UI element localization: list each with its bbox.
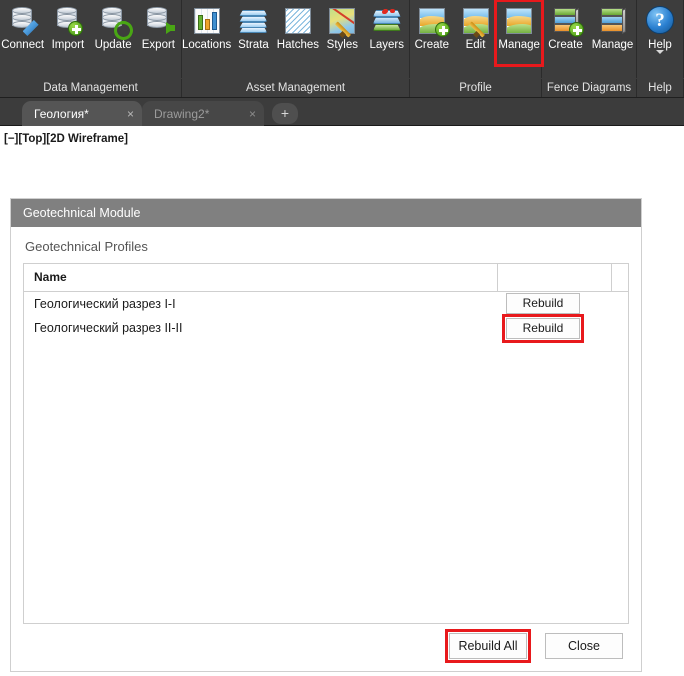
rebuild-all-highlight: Rebuild All — [445, 629, 531, 663]
locations-chart-icon — [191, 5, 223, 37]
ribbon-group-data-management: Connect Import Update Export — [0, 0, 182, 78]
layers-stack-icon — [371, 5, 403, 37]
ribbon-group-asset-management: Locations Strata Hatches Styles Layers — [182, 0, 410, 78]
profiles-table: Name Геологический разрез I-I Rebuild Геол… — [23, 263, 629, 624]
ribbon-button-layers-asset-management[interactable]: Layers — [365, 2, 409, 64]
ribbon-button-label: Strata — [238, 39, 269, 51]
chevron-down-icon[interactable] — [656, 50, 664, 54]
ribbon-button-styles-asset-management[interactable]: Styles — [320, 2, 364, 64]
table-row[interactable]: Геологический разрез II-II Rebuild — [24, 313, 628, 343]
rebuild-button[interactable]: Rebuild — [506, 293, 580, 314]
table-row[interactable]: Геологический разрез I-I Rebuild — [24, 292, 628, 315]
ribbon-button-label: Styles — [326, 39, 358, 51]
geotechnical-module-dialog: Geotechnical Module Geotechnical Profile… — [10, 198, 642, 672]
rebuild-button-highlight: Rebuild — [502, 313, 584, 343]
ribbon-button-edit-profile[interactable]: Edit — [454, 2, 498, 64]
ribbon-group-list: Connect Import Update Export Locations Strata… — [0, 0, 684, 78]
new-tab-button[interactable]: + — [272, 103, 298, 124]
profile-create-icon — [416, 5, 450, 37]
ribbon-group-fence-diagrams: Create Manage — [542, 0, 637, 78]
fence-create-icon — [550, 5, 584, 37]
ribbon-group-profile: Create Edit Manage — [410, 0, 544, 78]
profile-manage-icon — [503, 5, 535, 37]
database-update-icon — [97, 5, 129, 37]
profile-name-cell: Геологический разрез I-I — [34, 296, 176, 311]
strata-layers-icon — [237, 5, 269, 37]
ribbon-button-label: Manage — [498, 39, 540, 51]
ribbon-button-label: Connect — [1, 39, 45, 51]
database-import-icon — [52, 5, 84, 37]
ribbon-button-label: Create — [414, 39, 450, 51]
table-body: Геологический разрез I-I Rebuild Геологиче… — [24, 292, 628, 343]
ribbon-button-import-data-management[interactable]: Import — [45, 2, 90, 64]
table-header-row: Name — [24, 264, 628, 292]
ribbon-button-create-profile[interactable]: Create — [410, 2, 454, 64]
profile-edit-icon — [460, 5, 492, 37]
ribbon-button-label: Edit — [465, 39, 486, 51]
rebuild-button[interactable]: Rebuild — [506, 317, 580, 339]
ribbon-button-manage-profile[interactable]: Manage — [494, 0, 544, 67]
ribbon-group-help: ? Help — [637, 0, 684, 78]
ribbon-group-label: Profile — [410, 79, 542, 97]
rebuild-all-button[interactable]: Rebuild All — [449, 633, 527, 659]
document-tab-label: Геология* — [34, 106, 89, 121]
ribbon-button-label: Hatches — [276, 39, 319, 51]
document-tab-bar: Геология* × Drawing2* × + — [0, 98, 684, 126]
ribbon-button-label: Update — [94, 39, 132, 51]
ribbon-button-label: Export — [141, 39, 175, 51]
fence-manage-icon — [597, 5, 629, 37]
ribbon-button-label: Manage — [591, 39, 634, 51]
document-tab[interactable]: Drawing2* × — [142, 101, 264, 126]
close-button-wrap: Close — [541, 629, 627, 663]
ribbon-button-help-help[interactable]: ? Help — [637, 2, 683, 64]
ribbon-group-label: Asset Management — [182, 79, 410, 97]
database-export-icon — [142, 5, 176, 37]
help-question-icon: ? — [644, 5, 676, 37]
dialog-footer: Rebuild All Close — [11, 629, 641, 663]
ribbon-button-label: Import — [51, 39, 85, 51]
table-header-actions — [498, 264, 612, 291]
ribbon-button-locations-asset-management[interactable]: Locations — [182, 2, 231, 64]
ribbon-button-label: Locations — [182, 39, 232, 51]
viewport-state-label: [−][Top][2D Wireframe] — [4, 133, 128, 145]
ribbon-button-label: Create — [548, 39, 583, 51]
hatch-pattern-icon — [282, 5, 314, 37]
rebuild-button-wrap: Rebuild — [506, 293, 580, 314]
ribbon-button-manage-fence-diagrams[interactable]: Manage — [589, 2, 636, 64]
ribbon-button-export-data-management[interactable]: Export — [136, 2, 181, 64]
ribbon-group-label: Data Management — [0, 79, 182, 97]
dialog-title: Geotechnical Module — [11, 199, 641, 227]
close-icon[interactable]: × — [249, 102, 256, 126]
ribbon-button-label: Layers — [369, 39, 405, 51]
dialog-section-label: Geotechnical Profiles — [25, 239, 148, 254]
ribbon-group-label: Help — [637, 79, 684, 97]
ribbon-button-strata-asset-management[interactable]: Strata — [231, 2, 275, 64]
profile-name-cell: Геологический разрез II-II — [34, 321, 183, 335]
ribbon-button-hatches-asset-management[interactable]: Hatches — [276, 2, 320, 64]
table-header-spacer — [612, 264, 628, 291]
ribbon-button-update-data-management[interactable]: Update — [91, 2, 136, 64]
map-pencil-icon — [326, 5, 358, 37]
close-icon[interactable]: × — [127, 102, 134, 126]
document-tab-active[interactable]: Геология* × — [22, 101, 142, 126]
document-tab-label: Drawing2* — [154, 106, 210, 121]
ribbon-group-label: Fence Diagrams — [542, 79, 637, 97]
ribbon-button-create-fence-diagrams[interactable]: Create — [542, 2, 589, 64]
table-header-name[interactable]: Name — [24, 264, 498, 291]
ribbon-button-connect-data-management[interactable]: Connect — [0, 2, 45, 64]
close-button[interactable]: Close — [545, 633, 623, 659]
ribbon-toolbar: Connect Import Update Export Locations Strata… — [0, 0, 684, 98]
database-connect-icon — [7, 5, 39, 37]
